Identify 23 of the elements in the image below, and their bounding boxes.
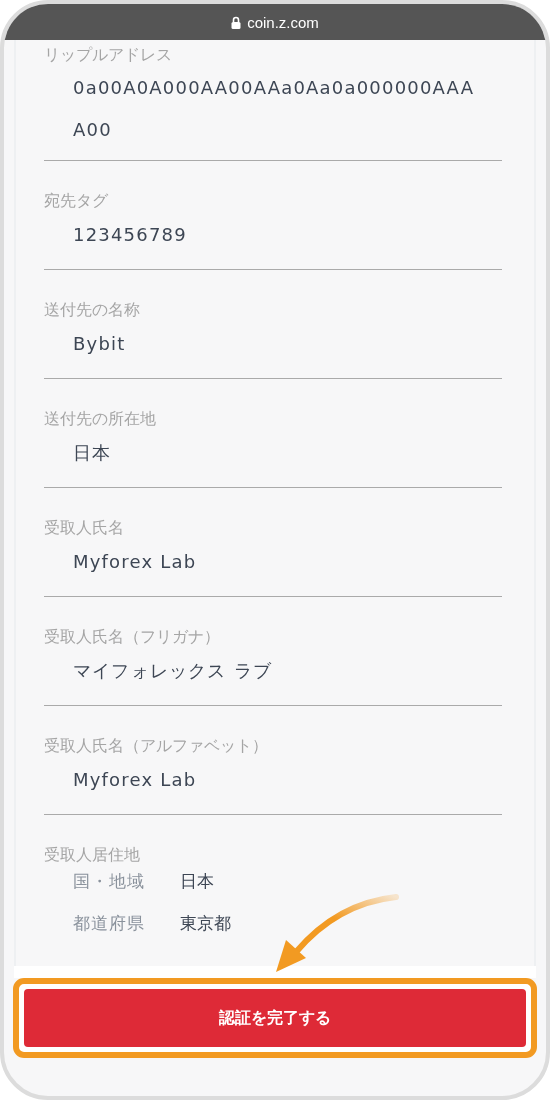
field-label: リップルアドレス: [44, 44, 173, 66]
field-value: 123456789: [73, 223, 188, 247]
field-label: 都道府県: [73, 912, 146, 935]
field-value: 日本: [73, 441, 113, 465]
field-value: 0a00A0A000AA00AAa0Aa0a000000AAA: [73, 76, 476, 100]
field-value: マイフォレックス ラブ: [73, 659, 273, 683]
field-label: 受取人氏名（フリガナ）: [44, 626, 221, 648]
field-value: 東京都: [180, 912, 231, 935]
field-label: 国・地域: [73, 870, 146, 893]
field-value: Myforex Lab: [73, 768, 198, 792]
lock-icon: [231, 15, 242, 29]
field-label: 受取人氏名: [44, 517, 125, 539]
field-label: 送付先の所在地: [44, 408, 157, 430]
field-label: 受取人氏名（アルファベット）: [44, 735, 269, 757]
url-text: coin.z.com: [247, 13, 319, 31]
field-value: 日本: [180, 870, 214, 893]
field-value: A00: [73, 118, 113, 142]
field-value: Myforex Lab: [73, 550, 198, 574]
field-value: Bybit: [73, 332, 127, 356]
complete-button[interactable]: 認証を完了する: [24, 989, 526, 1047]
field-label: 受取人居住地: [44, 844, 141, 866]
field-label: 宛先タグ: [44, 190, 109, 212]
field-label: 送付先の名称: [44, 299, 141, 321]
